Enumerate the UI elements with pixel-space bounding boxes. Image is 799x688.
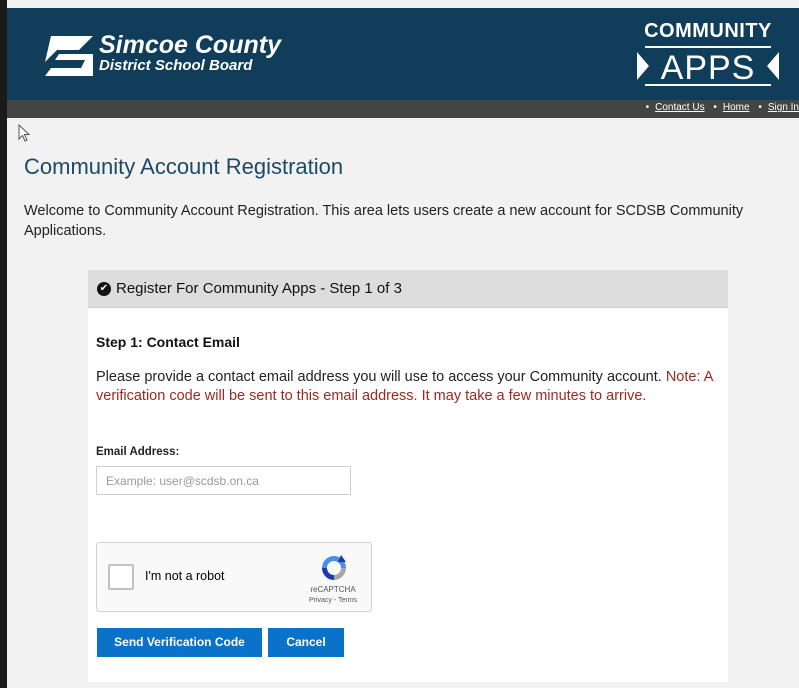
bullet-icon: • xyxy=(758,102,762,113)
site-header: Simcoe County District School Board COMM… xyxy=(7,8,799,100)
description-text: Please provide a contact email address y… xyxy=(96,369,662,385)
recaptcha-logo-icon xyxy=(322,555,346,580)
cancel-button[interactable]: Cancel xyxy=(268,628,344,657)
step-heading: Step 1: Contact Email xyxy=(96,334,240,350)
recaptcha-widget: I'm not a robot reCAPTCHA Privacy - Term… xyxy=(96,542,372,612)
recaptcha-brand: reCAPTCHA xyxy=(310,585,356,594)
nav-link-contact-us[interactable]: Contact Us xyxy=(655,102,704,113)
card-title: Register For Community Apps - Step 1 of … xyxy=(116,280,402,297)
org-name-line2[interactable]: District School Board xyxy=(99,58,252,74)
send-verification-code-button[interactable]: Send Verification Code xyxy=(97,628,262,657)
nav-link-sign-in[interactable]: Sign In xyxy=(768,102,799,113)
community-apps-badge[interactable]: COMMUNITY APPS xyxy=(633,20,783,92)
email-input[interactable] xyxy=(96,466,351,495)
apps-badge-top-text: COMMUNITY xyxy=(644,20,772,42)
intro-text: Welcome to Community Account Registratio… xyxy=(24,203,744,239)
recaptcha-label: I'm not a robot xyxy=(145,569,225,583)
nav-links: • Contact Us • Home • Sign In xyxy=(640,102,799,113)
bullet-icon: • xyxy=(713,102,717,113)
nav-link-home[interactable]: Home xyxy=(723,102,750,113)
window-left-edge xyxy=(0,0,7,688)
apps-badge-bottom-text: APPS xyxy=(645,46,771,87)
card-header: ✔ Register For Community Apps - Step 1 o… xyxy=(88,270,728,308)
bullet-icon: • xyxy=(645,102,650,113)
registration-card: ✔ Register For Community Apps - Step 1 o… xyxy=(88,270,728,682)
recaptcha-checkbox[interactable] xyxy=(108,564,134,590)
badge-right-notch-icon xyxy=(767,52,779,80)
scdsb-logo-icon[interactable] xyxy=(45,36,93,76)
page-title: Community Account Registration xyxy=(24,154,344,179)
step-description: Please provide a contact email address y… xyxy=(96,368,716,406)
org-name-line1[interactable]: Simcoe County xyxy=(99,32,281,58)
top-nav-bar: • Contact Us • Home • Sign In xyxy=(7,100,799,118)
email-label: Email Address: xyxy=(96,446,180,458)
mouse-pointer-icon xyxy=(18,124,30,142)
check-circle-icon: ✔ xyxy=(97,282,111,296)
recaptcha-privacy-terms-links[interactable]: Privacy - Terms xyxy=(295,597,371,604)
